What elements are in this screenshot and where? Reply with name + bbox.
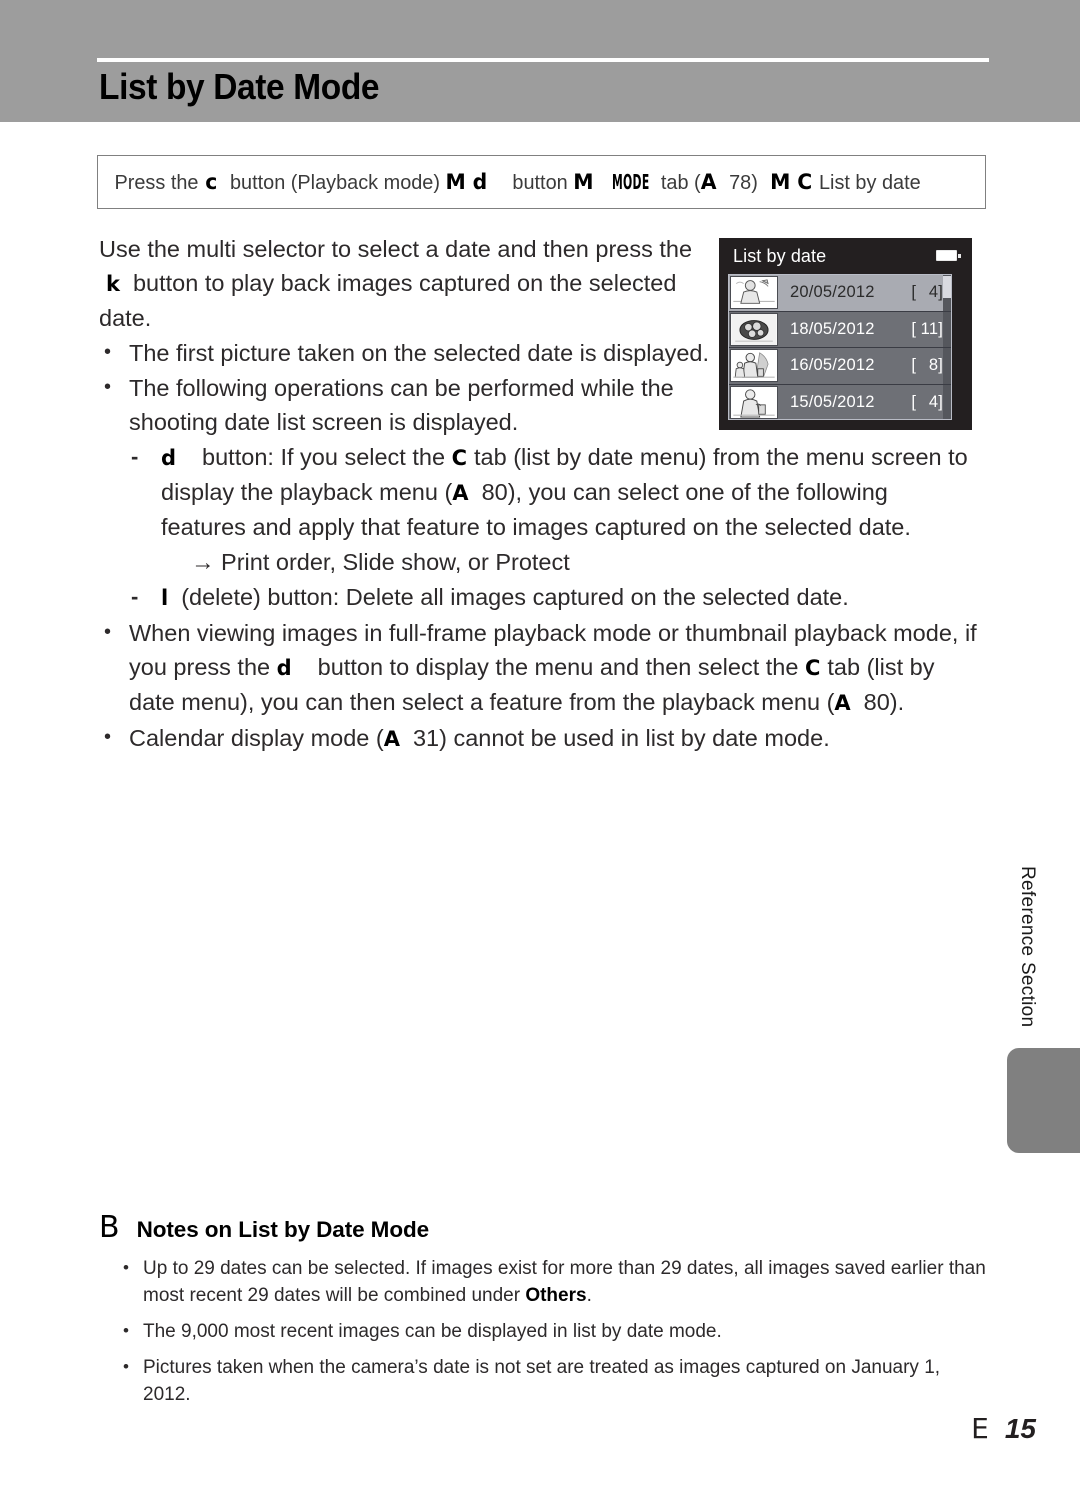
list-item: When viewing images in full-frame playba… — [99, 615, 979, 720]
section-tab-marker — [1007, 1048, 1080, 1153]
intro-line1: Use the multi selector to select a date … — [99, 236, 653, 262]
bullet-calendar-a: Calendar display mode ( — [129, 725, 384, 751]
bullet-ref-page: 80). — [863, 689, 905, 715]
procedure-line: Press the c button (Playback mode) Md butto… — [98, 169, 921, 195]
arrow-right-icon-2: M — [573, 169, 594, 194]
arrow-right-icon-3: M — [770, 169, 791, 194]
note-text: Pictures taken when the camera’s date is… — [143, 1357, 941, 1405]
intro-the: the — [659, 236, 693, 262]
page-footer: E 15 — [0, 1412, 1036, 1445]
intro-paragraph: Use the multi selector to select a date … — [99, 232, 699, 335]
mode-button-icon: MODE — [611, 169, 650, 194]
menu-button-icon-1: d — [472, 169, 488, 194]
list-item: Up to 29 dates can be selected. If image… — [121, 1254, 989, 1309]
delete-button-icon: l — [161, 586, 169, 610]
menu-button-icon-2: d — [161, 446, 177, 470]
reference-icon-4: A — [383, 727, 400, 751]
arrow-right-icon-4: → — [191, 549, 215, 575]
list-item: l (delete) button: Delete all images capt… — [129, 580, 979, 615]
list-item: Calendar display mode (A 31) cannot be us… — [99, 720, 979, 756]
arrow-detail-line: → Print order, Slide show, or Protect — [129, 545, 979, 579]
list-item: The 9,000 most recent images can be disp… — [121, 1317, 989, 1345]
note-text: The 9,000 most recent images can be disp… — [143, 1321, 722, 1342]
procedure-ref-page: 78) — [729, 170, 758, 194]
subbullet-menu-text-a: button: If you select the — [202, 444, 446, 470]
subbullet-delete-text: (delete) button: Delete all images captu… — [181, 584, 849, 610]
notes-section: B Notes on List by Date Mode Up to 29 da… — [99, 1213, 989, 1417]
procedure-playback-mode-label: button (Playback mode) — [229, 170, 441, 194]
subbullet-ref-page: 80), — [481, 479, 523, 505]
list-item: The first picture taken on the selected … — [99, 335, 709, 370]
list-item: dbutton: If you select the Ctab (list by… — [129, 440, 979, 544]
body-content: Use the multi selector to select a date … — [99, 232, 979, 756]
list-item: The following operations can be performe… — [99, 370, 709, 439]
arrow-line-text: Print order, Slide show, or Protect — [221, 549, 570, 575]
list-by-date-tab-icon: C — [797, 169, 813, 194]
bullet-following-ops: The following operations can be performe… — [129, 375, 674, 435]
page-number: 15 — [1004, 1413, 1036, 1444]
playback-button-icon: c — [205, 169, 218, 194]
bullet-calendar-b: 31) cannot be used in list by date mode. — [412, 725, 830, 751]
list-by-date-tab-icon-3: C — [804, 656, 821, 680]
reference-icon-3: A — [834, 691, 851, 715]
page-title: List by Date Mode — [99, 66, 380, 107]
page-header-band: List by Date Mode — [0, 0, 1080, 122]
secondary-bullet-list: When viewing images in full-frame playba… — [99, 615, 979, 756]
header-rule — [97, 58, 989, 62]
procedure-box: Press the c button (Playback mode) Md butto… — [97, 155, 986, 209]
notes-list: Up to 29 dates can be selected. If image… — [99, 1254, 989, 1408]
sub-bullet-list: dbutton: If you select the Ctab (list by… — [99, 440, 979, 615]
list-by-date-tab-icon-2: C — [451, 446, 467, 470]
procedure-listdate-label: List by date — [818, 170, 921, 194]
footer-prefix: E — [971, 1412, 989, 1445]
list-item: Pictures taken when the camera’s date is… — [121, 1353, 989, 1408]
procedure-press-the: Press the — [114, 170, 199, 194]
reference-icon-1: A — [700, 169, 717, 194]
procedure-tab-label: tab ( — [660, 170, 701, 194]
primary-bullet-list: The first picture taken on the selected … — [99, 335, 979, 439]
notes-heading: B Notes on List by Date Mode — [99, 1213, 989, 1243]
arrow-right-icon-1: M — [445, 169, 466, 194]
menu-button-icon-3: d — [276, 656, 292, 680]
bullet-viewing-b: button to display the menu and then sele… — [317, 654, 799, 680]
bullet-first-picture: The first picture taken on the selected … — [129, 340, 709, 366]
intro-line2: button to play back images captured on t… — [132, 270, 583, 296]
procedure-button-label: button — [512, 170, 568, 194]
note-bold-term: Others — [525, 1285, 587, 1306]
caution-icon: B — [99, 1210, 120, 1245]
notes-title: Notes on List by Date Mode — [136, 1217, 430, 1242]
reference-section-label: Reference Section — [1017, 866, 1038, 1028]
reference-icon-2: A — [452, 481, 469, 505]
note-text-post: . — [586, 1285, 592, 1306]
ok-button-icon: k — [106, 272, 120, 296]
